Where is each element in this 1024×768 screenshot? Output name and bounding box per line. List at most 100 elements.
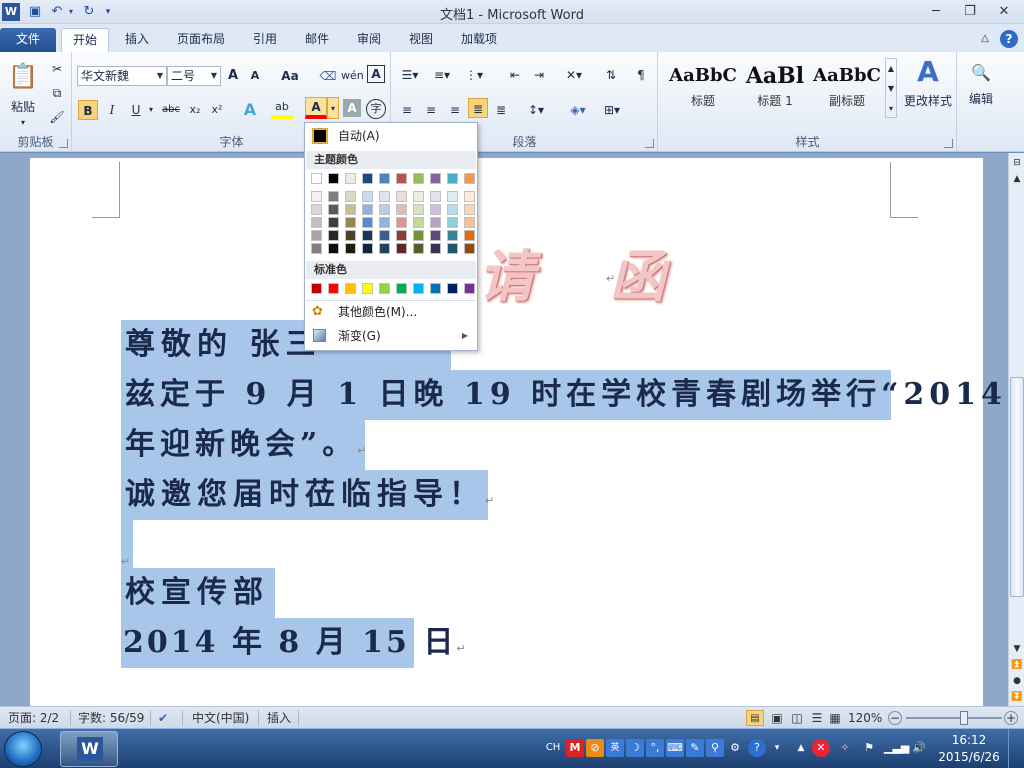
- standard-color-swatch[interactable]: [379, 283, 390, 294]
- web-layout-icon[interactable]: ◫: [788, 710, 806, 726]
- clear-format-icon[interactable]: ⌫: [317, 65, 339, 87]
- theme-shade-swatch[interactable]: [311, 243, 322, 254]
- theme-shade-swatch[interactable]: [447, 243, 458, 254]
- standard-color-swatch[interactable]: [345, 283, 356, 294]
- style-heading-1[interactable]: AaBl 标题 1: [739, 60, 811, 118]
- theme-shade-swatch[interactable]: [430, 243, 441, 254]
- close-icon[interactable]: ✕: [990, 2, 1018, 22]
- language[interactable]: 中文(中国): [192, 710, 249, 726]
- shading-icon[interactable]: ◈▾: [564, 99, 592, 121]
- font-color-button[interactable]: A: [305, 97, 327, 119]
- superscript-button[interactable]: x²: [207, 99, 227, 121]
- theme-shade-swatch[interactable]: [464, 243, 475, 254]
- theme-color-swatch[interactable]: [430, 173, 441, 184]
- change-case-button[interactable]: Aa: [277, 65, 303, 87]
- invitation-title[interactable]: 请 函: [478, 232, 694, 313]
- theme-color-swatch[interactable]: [396, 173, 407, 184]
- theme-shade-swatch[interactable]: [311, 204, 322, 215]
- ime-settings-icon[interactable]: ⚙: [726, 739, 744, 757]
- theme-shade-swatch[interactable]: [379, 191, 390, 202]
- theme-shade-swatch[interactable]: [464, 217, 475, 228]
- standard-color-swatch[interactable]: [328, 283, 339, 294]
- theme-shade-swatch[interactable]: [379, 204, 390, 215]
- theme-shade-swatch[interactable]: [328, 217, 339, 228]
- standard-color-swatch[interactable]: [362, 283, 373, 294]
- theme-shade-swatch[interactable]: [464, 191, 475, 202]
- paste-icon[interactable]: 📋: [6, 56, 40, 96]
- standard-color-swatch[interactable]: [464, 283, 475, 294]
- editing-button[interactable]: 编辑: [962, 88, 1000, 110]
- underline-button[interactable]: U: [126, 99, 146, 121]
- outline-icon[interactable]: ☰: [808, 710, 826, 726]
- print-layout-icon[interactable]: ▤: [746, 710, 764, 726]
- scroll-thumb[interactable]: [1010, 377, 1024, 597]
- next-page-icon[interactable]: ⏬: [1009, 689, 1024, 705]
- more-colors-item[interactable]: ✿ 其他颜色(M)...: [306, 301, 476, 323]
- tab-mailings[interactable]: 邮件: [294, 28, 340, 52]
- start-button[interactable]: [4, 731, 42, 767]
- gradient-item[interactable]: 渐变(G) ▶: [306, 325, 476, 347]
- restore-icon[interactable]: ❐: [956, 2, 984, 22]
- language-indicator[interactable]: CH: [544, 739, 562, 757]
- underline-dropdown-icon[interactable]: ▾: [146, 99, 156, 121]
- tab-addins[interactable]: 加载项: [450, 28, 508, 52]
- tab-review[interactable]: 审阅: [346, 28, 392, 52]
- theme-shade-swatch[interactable]: [413, 204, 424, 215]
- browse-object-icon[interactable]: ●: [1009, 673, 1024, 689]
- word-count[interactable]: 字数: 56/59: [78, 710, 144, 726]
- copy-icon[interactable]: ⧉: [46, 82, 68, 104]
- doc-line-3[interactable]: 年迎新晚会”。↵: [121, 420, 366, 470]
- tab-home[interactable]: 开始: [61, 28, 109, 52]
- change-styles-icon[interactable]: A: [903, 56, 953, 88]
- standard-color-swatch[interactable]: [413, 283, 424, 294]
- theme-shade-swatch[interactable]: [413, 243, 424, 254]
- bullets-icon[interactable]: ☰▾: [396, 64, 424, 86]
- scroll-down-icon[interactable]: ▼: [1009, 641, 1024, 657]
- doc-line-2[interactable]: 兹定于 9 月 1 日晚 19 时在学校青春剧场举行“2014: [121, 370, 1002, 420]
- standard-color-swatch[interactable]: [396, 283, 407, 294]
- volume-icon[interactable]: 🔊: [910, 739, 928, 757]
- font-color-dropdown-icon[interactable]: ▾: [327, 97, 339, 119]
- insert-mode[interactable]: 插入: [267, 710, 291, 726]
- theme-shade-swatch[interactable]: [447, 191, 458, 202]
- vertical-scrollbar[interactable]: ⊟ ▲ ▼ ⏫ ● ⏬: [1008, 153, 1024, 706]
- theme-shade-swatch[interactable]: [396, 191, 407, 202]
- ime-moon-icon[interactable]: ☽: [626, 739, 644, 757]
- network-icon[interactable]: ▁▃▅: [884, 739, 909, 757]
- tab-page-layout[interactable]: 页面布局: [166, 28, 236, 52]
- show-hidden-icons-icon[interactable]: ▲: [792, 739, 810, 757]
- theme-color-swatch[interactable]: [328, 173, 339, 184]
- char-shading-button[interactable]: A: [343, 99, 361, 117]
- ime-help-icon[interactable]: ?: [748, 739, 766, 757]
- show-desktop-button[interactable]: [1008, 729, 1024, 768]
- tray-alert-icon[interactable]: ✕: [812, 739, 830, 757]
- format-painter-icon[interactable]: 🖌: [46, 106, 68, 128]
- cut-icon[interactable]: ✂: [46, 58, 68, 80]
- binoculars-icon[interactable]: 🔍: [966, 58, 996, 88]
- style-title[interactable]: AaBbC 标题: [667, 60, 739, 118]
- ime-punct-icon[interactable]: °,: [646, 739, 664, 757]
- zoom-slider-track[interactable]: [906, 717, 1002, 719]
- word-taskbar-button[interactable]: W: [60, 731, 118, 767]
- zoom-slider-thumb[interactable]: [959, 711, 968, 725]
- ime-m-icon[interactable]: M: [566, 739, 584, 757]
- theme-shade-swatch[interactable]: [413, 191, 424, 202]
- sort-icon[interactable]: ⇅: [600, 64, 622, 86]
- doc-line-5[interactable]: ↵: [121, 520, 281, 568]
- change-styles-button[interactable]: 更改样式: [899, 90, 957, 112]
- char-border-icon[interactable]: A: [367, 65, 385, 83]
- theme-shade-swatch[interactable]: [464, 230, 475, 241]
- grow-font-button[interactable]: A: [223, 65, 243, 87]
- theme-shade-swatch[interactable]: [413, 217, 424, 228]
- standard-color-swatch[interactable]: [430, 283, 441, 294]
- theme-shade-swatch[interactable]: [345, 230, 356, 241]
- theme-shade-swatch[interactable]: [379, 217, 390, 228]
- theme-color-swatch[interactable]: [464, 173, 475, 184]
- prev-page-icon[interactable]: ⏫: [1009, 657, 1024, 673]
- phonetic-guide-icon[interactable]: wén: [341, 65, 364, 87]
- tab-insert[interactable]: 插入: [114, 28, 160, 52]
- chinese-layout-icon[interactable]: ✕▾: [560, 64, 588, 86]
- doc-line-7[interactable]: 2014 年 8 月 15 日↵: [121, 618, 466, 668]
- distributed-icon[interactable]: ≣: [490, 99, 512, 121]
- align-center-icon[interactable]: ≡: [420, 99, 442, 121]
